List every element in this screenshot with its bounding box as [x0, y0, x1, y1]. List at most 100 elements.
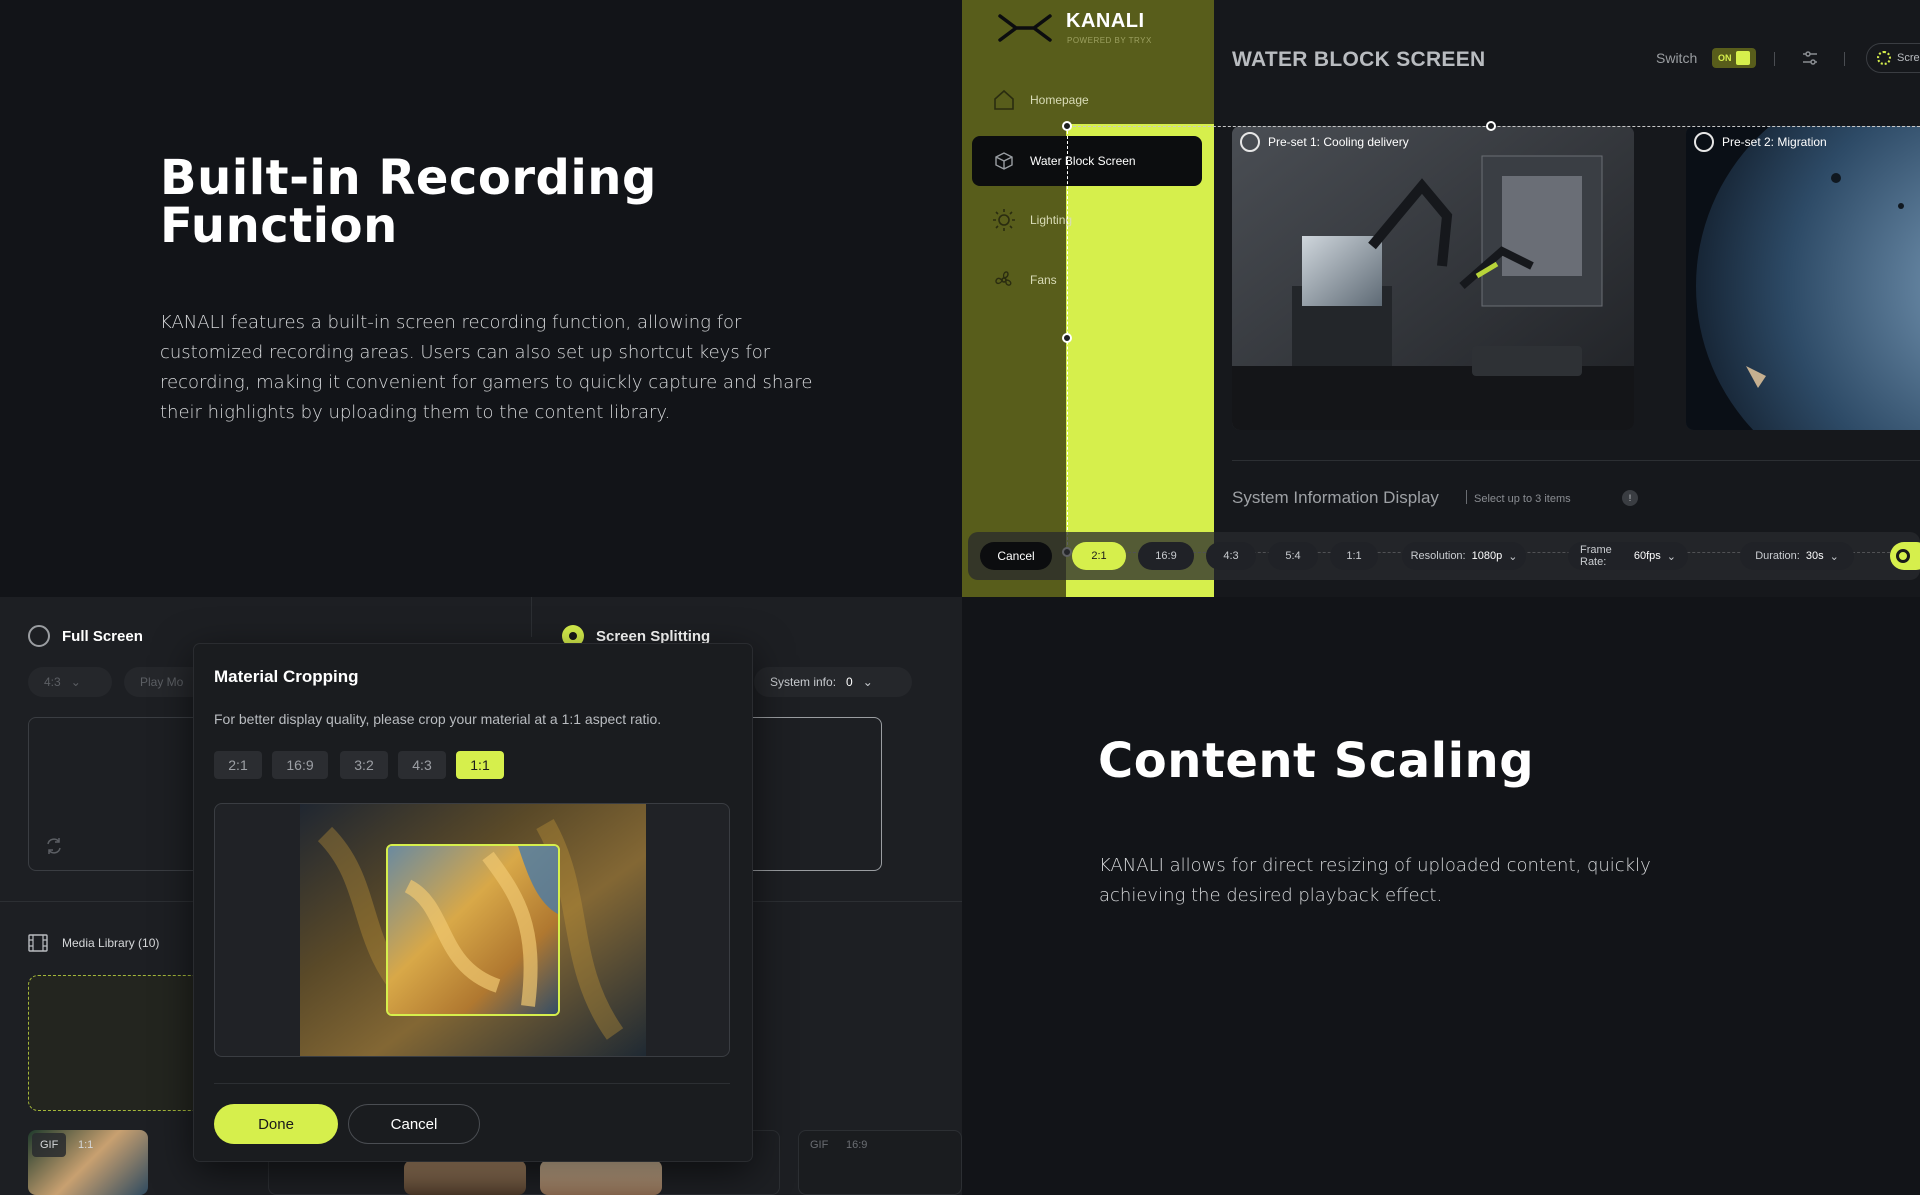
logo-subtitle: POWERED BY TRYX: [1067, 36, 1152, 45]
preset-2-label[interactable]: Pre-set 2: Migration: [1694, 132, 1827, 152]
cancel-button[interactable]: Cancel: [348, 1104, 480, 1144]
system-info-hint: Select up to 3 items: [1474, 493, 1571, 505]
nav-label: Fans: [1030, 273, 1057, 287]
preset-1-radio[interactable]: [1240, 132, 1260, 152]
preset-card-2[interactable]: [1686, 126, 1920, 430]
crop-selection-box[interactable]: [386, 844, 560, 1016]
chevron-down-icon: ⌄: [1666, 550, 1676, 563]
ratio-1-1-button[interactable]: 1:1: [1330, 542, 1378, 570]
ratio-2-1-button[interactable]: 2:1: [1072, 542, 1126, 570]
divider: [1232, 460, 1920, 461]
ratio-4-3-button[interactable]: 4:3: [1206, 542, 1256, 570]
full-screen-radio[interactable]: [28, 625, 50, 647]
system-info-select-label: System info:: [770, 675, 837, 689]
ratio-select[interactable]: 4:3 ⌄: [28, 667, 112, 697]
crop-ratio-1-1[interactable]: 1:1: [456, 751, 504, 779]
preset-2-name: Pre-set 2: Migration: [1722, 135, 1827, 149]
dialog-title: Material Cropping: [214, 667, 359, 686]
divider: [214, 1083, 730, 1084]
full-screen-option[interactable]: Full Screen: [28, 625, 143, 647]
chevron-down-icon: ⌄: [1829, 550, 1839, 563]
duration-value: 30s: [1805, 550, 1824, 562]
frame-rate-value: 60fps: [1633, 550, 1661, 562]
start-recording-button[interactable]: [1890, 542, 1920, 570]
record-icon: [1877, 51, 1891, 65]
recording-feature-section: Built-in Recording Function KANALI featu…: [0, 0, 962, 597]
crop-ratio-3-2[interactable]: 3:2: [340, 751, 388, 779]
resize-handle-top-middle[interactable]: [1486, 121, 1496, 131]
switch-toggle[interactable]: ON: [1712, 48, 1756, 68]
ratio-5-4-button[interactable]: 5:4: [1268, 542, 1318, 570]
fan-icon: [995, 271, 1012, 286]
recording-description: KANALI features a built-in screen record…: [160, 308, 860, 428]
duration-select[interactable]: Duration: 30s ⌄: [1740, 542, 1854, 570]
media-library-title: Media Library (10): [62, 936, 160, 950]
divider: [1844, 52, 1845, 66]
resize-handle-top-left[interactable]: [1062, 121, 1072, 131]
app-recording-screenshot: KANALI POWERED BY TRYX Homepage Water Bl…: [962, 0, 1920, 597]
nav-item-fans[interactable]: Fans: [992, 265, 1057, 295]
info-badge[interactable]: !: [1622, 490, 1638, 506]
switch-state: ON: [1718, 53, 1732, 63]
sun-icon: [993, 209, 1015, 231]
media-thumb-4-format: GIF: [810, 1139, 829, 1151]
media-thumb-3[interactable]: [540, 1160, 662, 1195]
system-info-select[interactable]: System info: 0 ⌄: [754, 667, 912, 697]
preset-2-image: [1686, 126, 1920, 430]
preset-1-label[interactable]: Pre-set 1: Cooling delivery: [1240, 132, 1409, 152]
replace-icon[interactable]: [44, 836, 64, 856]
divider: [1466, 490, 1467, 504]
chevron-down-icon: ⌄: [1508, 550, 1518, 563]
scaling-description-line: KANALI allows for direct resizing of upl…: [1099, 855, 1651, 876]
screen-record-label: Scre: [1897, 52, 1920, 64]
media-thumb-1-format: GIF: [32, 1133, 67, 1157]
logo-text: KANALI: [1066, 10, 1145, 32]
content-scaling-section: Content Scaling KANALI allows for direct…: [962, 597, 1920, 1195]
recording-area-highlight: [1066, 124, 1214, 597]
resize-handle-left-middle[interactable]: [1062, 333, 1072, 343]
media-thumb-2[interactable]: [404, 1160, 526, 1195]
recording-description-line: recording, making it convenient for game…: [160, 372, 813, 393]
crop-preview-image: [388, 846, 558, 1014]
toolbar-cancel-button[interactable]: Cancel: [980, 542, 1052, 570]
switch-label: Switch: [1656, 50, 1698, 66]
preset-1-name: Pre-set 1: Cooling delivery: [1268, 135, 1409, 149]
switch-knob: [1735, 51, 1750, 65]
full-screen-label: Full Screen: [62, 627, 143, 645]
resolution-select[interactable]: Resolution: 1080p ⌄: [1402, 542, 1526, 570]
settings-sliders-icon[interactable]: [1800, 48, 1820, 68]
screen-splitting-label: Screen Splitting: [596, 627, 711, 645]
nav-label: Lighting: [1030, 213, 1073, 227]
nav-item-water-block-screen[interactable]: Water Block Screen: [972, 136, 1202, 186]
scaling-description: KANALI allows for direct resizing of upl…: [1099, 851, 1799, 911]
frame-rate-select[interactable]: Frame Rate: 60fps ⌄: [1568, 542, 1688, 570]
preset-2-radio[interactable]: [1694, 132, 1714, 152]
right-screen-slot[interactable]: [740, 717, 882, 871]
frame-rate-label: Frame Rate:: [1580, 544, 1612, 568]
kanali-logo: [998, 12, 1052, 49]
divider: [531, 597, 532, 637]
home-icon: [994, 89, 1014, 110]
nav-item-homepage[interactable]: Homepage: [992, 85, 1089, 115]
preset-card-1[interactable]: [1232, 126, 1634, 430]
cube-icon: [995, 152, 1013, 170]
scaling-title: Content Scaling: [1098, 733, 1535, 789]
page-title: WATER BLOCK SCREEN: [1232, 48, 1486, 71]
dialog-description: For better display quality, please crop …: [214, 711, 662, 727]
ratio-16-9-button[interactable]: 16:9: [1138, 542, 1194, 570]
nav-item-lighting[interactable]: Lighting: [992, 205, 1072, 235]
media-thumb-4-ratio: 16:9: [846, 1139, 868, 1151]
recording-title-line1: Built-in Recording: [160, 150, 657, 206]
scaling-description-line: achieving the desired playback effect.: [1099, 885, 1443, 906]
record-icon: [1896, 549, 1910, 563]
screen-record-button[interactable]: Scre: [1866, 43, 1920, 73]
resolution-label: Resolution:: [1410, 550, 1466, 562]
divider: [1774, 52, 1775, 66]
crop-ratio-2-1[interactable]: 2:1: [214, 751, 262, 779]
crop-ratio-16-9[interactable]: 16:9: [272, 751, 328, 779]
chevron-down-icon: ⌄: [862, 675, 873, 689]
done-button[interactable]: Done: [214, 1104, 338, 1144]
crop-ratio-4-3[interactable]: 4:3: [398, 751, 446, 779]
duration-label: Duration:: [1755, 550, 1800, 562]
chevron-down-icon: ⌄: [70, 675, 81, 689]
